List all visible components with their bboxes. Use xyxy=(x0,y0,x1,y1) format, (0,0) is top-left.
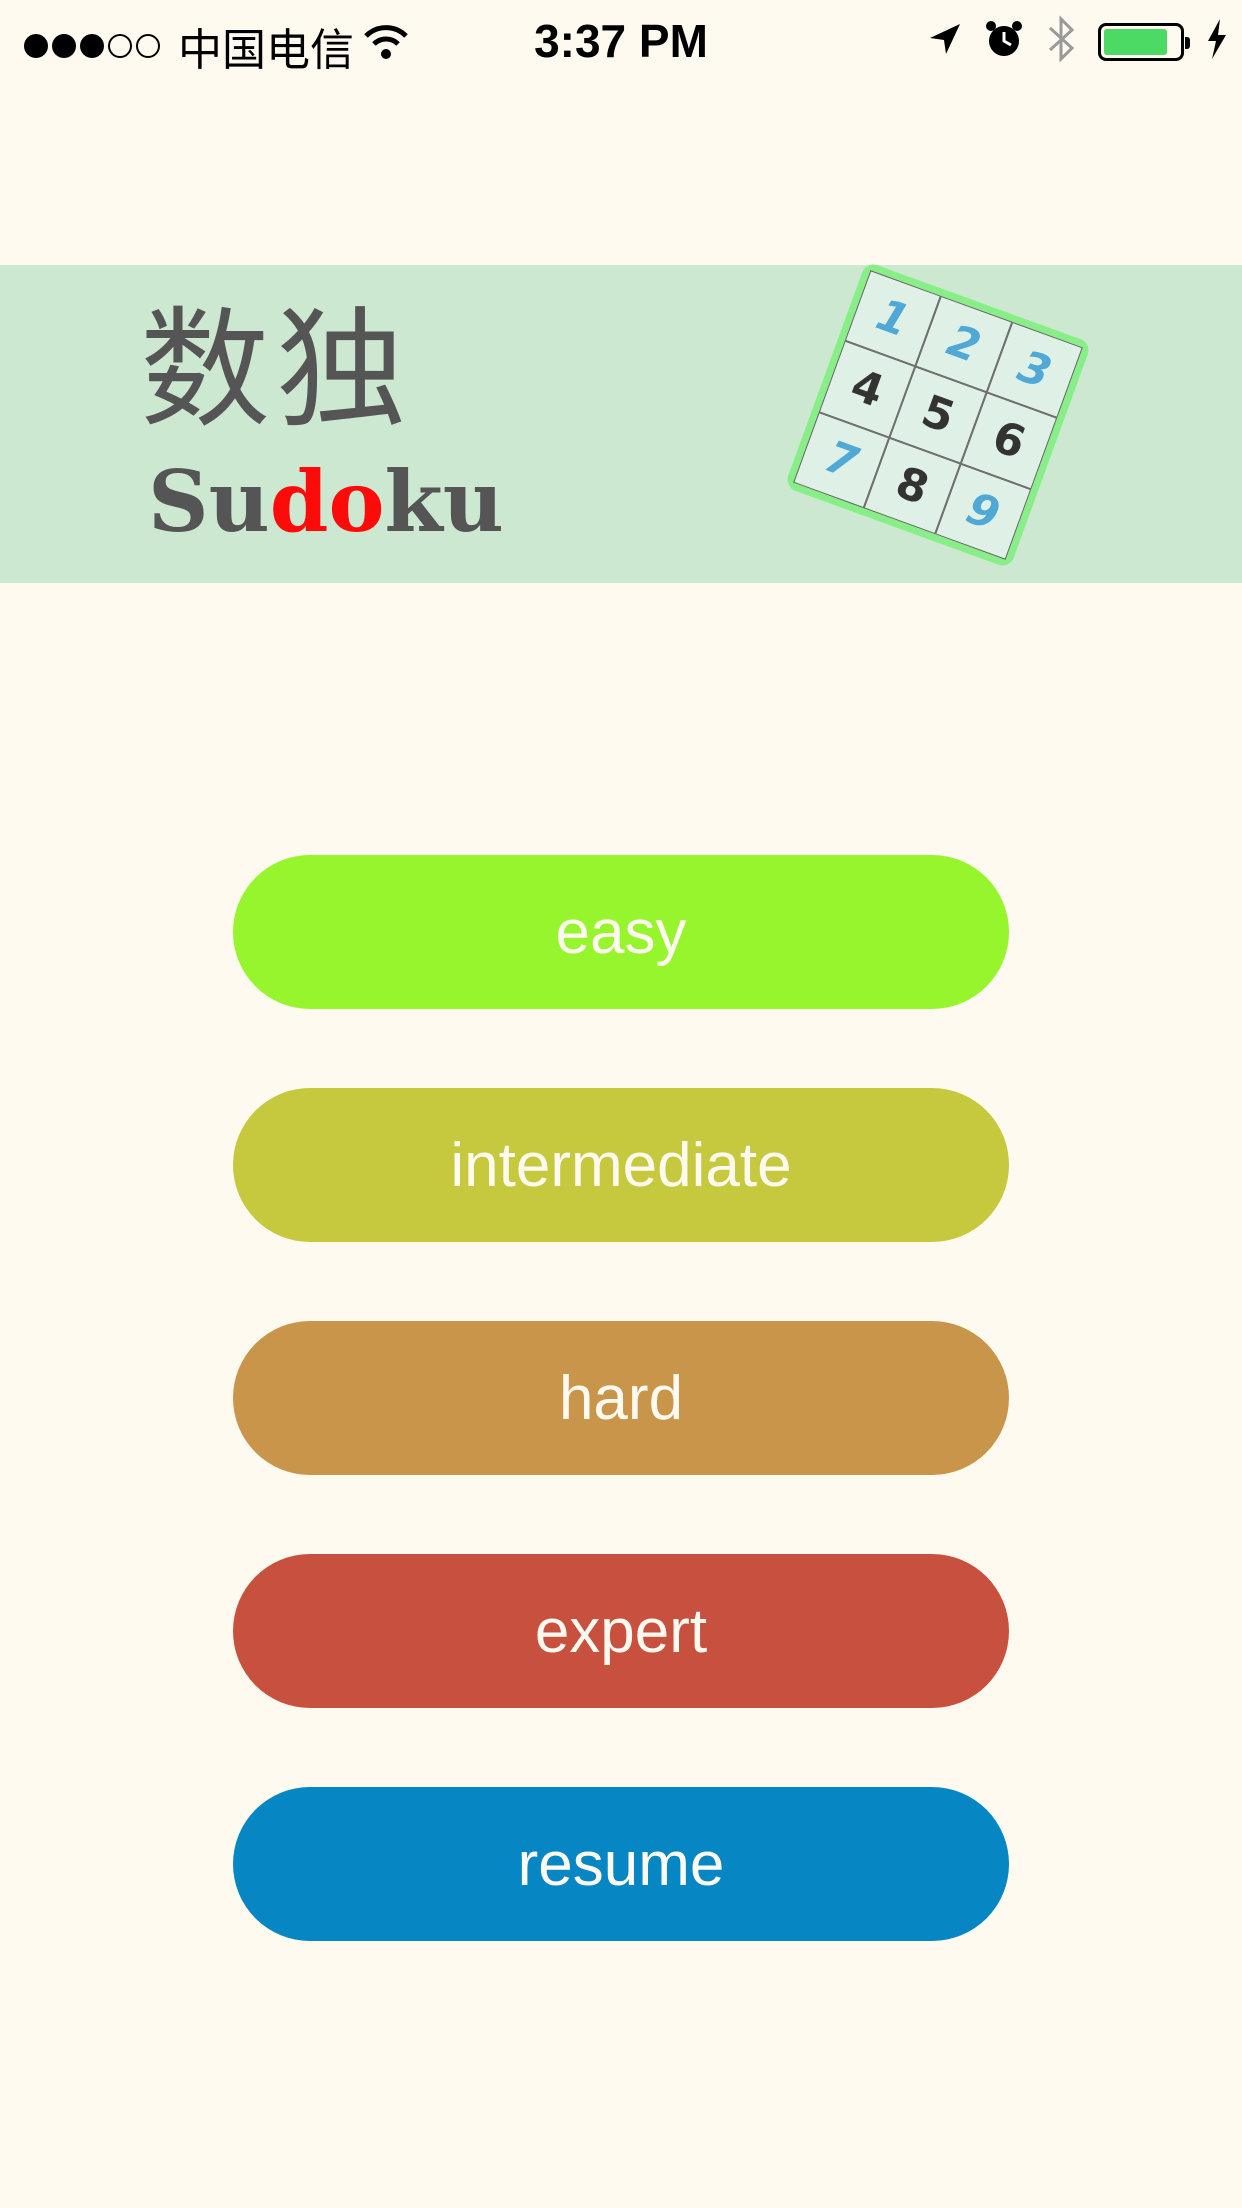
header-banner: 数独 Sudoku 1 2 3 4 5 6 7 8 9 xyxy=(0,261,1242,583)
title-part-1: Su xyxy=(148,452,270,551)
easy-button[interactable]: easy xyxy=(233,855,1009,1009)
title-part-3: ku xyxy=(384,452,504,551)
expert-button[interactable]: expert xyxy=(233,1554,1009,1708)
bluetooth-icon xyxy=(1046,14,1076,69)
alarm-icon xyxy=(984,19,1024,64)
status-right xyxy=(928,14,1228,69)
sudoku-logo-icon: 1 2 3 4 5 6 7 8 9 xyxy=(784,261,1092,569)
hard-button[interactable]: hard xyxy=(233,1321,1009,1475)
intermediate-button[interactable]: intermediate xyxy=(233,1088,1009,1242)
title-chinese: 数独 xyxy=(140,297,413,443)
resume-button[interactable]: resume xyxy=(233,1787,1009,1941)
battery-fill xyxy=(1104,28,1167,55)
status-bar: 中国电信 3:37 PM xyxy=(0,0,1242,84)
battery-icon xyxy=(1098,22,1190,61)
title-part-2: do xyxy=(269,452,385,551)
charging-icon xyxy=(1206,19,1228,64)
title-english: Sudoku xyxy=(148,460,504,544)
location-icon xyxy=(928,22,962,61)
